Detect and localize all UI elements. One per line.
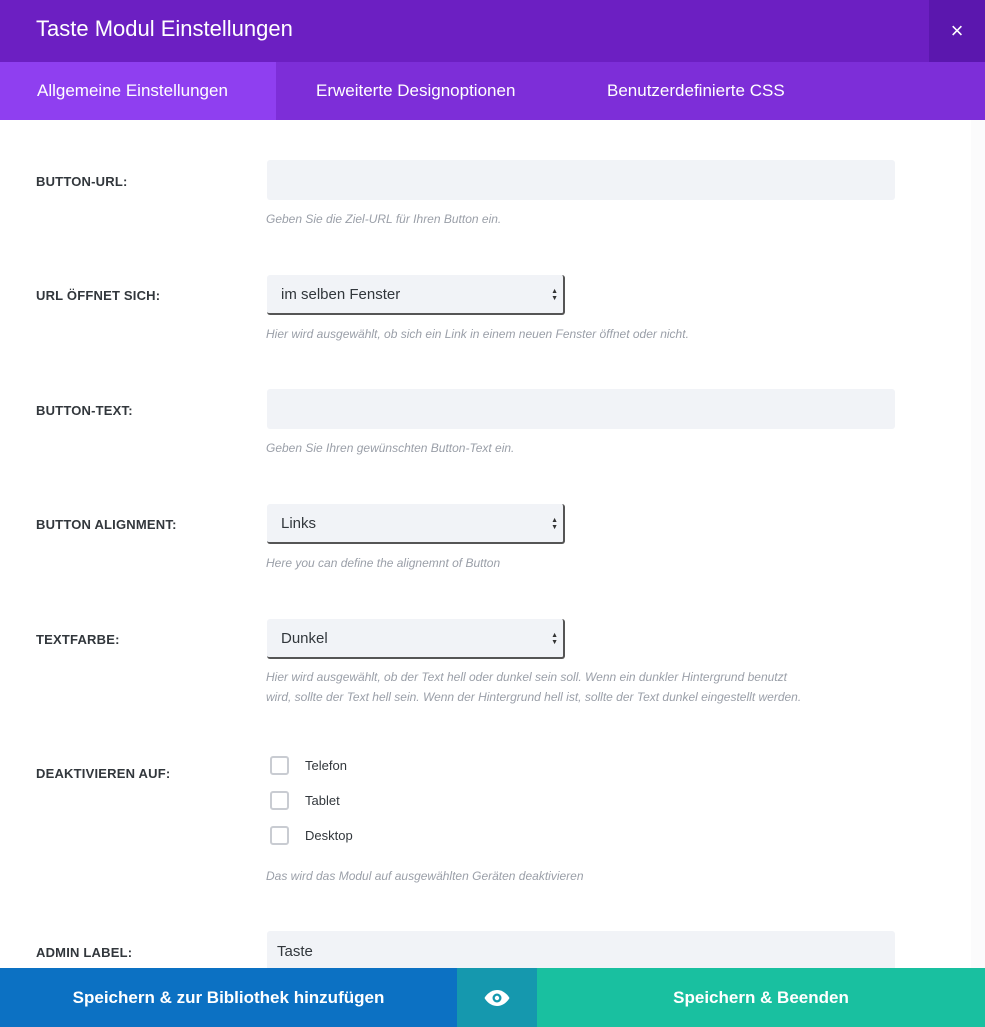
url-opens-hint: Hier wird ausgewählt, ob sich ein Link i… xyxy=(266,327,689,341)
button-text-input[interactable] xyxy=(267,389,895,429)
button-text-hint: Geben Sie Ihren gewünschten Button-Text … xyxy=(266,441,515,455)
close-button[interactable]: × xyxy=(929,0,985,62)
tab-custom-css[interactable]: Benutzerdefinierte CSS xyxy=(567,62,985,120)
modal-header: Taste Modul Einstellungen × xyxy=(0,0,985,62)
button-url-input[interactable] xyxy=(267,160,895,200)
eye-icon xyxy=(484,989,510,1006)
text-color-select[interactable]: Dunkel ▲ ▼ xyxy=(267,619,565,659)
checkbox-item-tablet[interactable]: Tablet xyxy=(270,791,340,810)
checkbox-item-phone[interactable]: Telefon xyxy=(270,756,347,775)
url-opens-select[interactable]: im selben Fenster ▲ ▼ xyxy=(267,275,565,315)
disable-on-label: DEAKTIVIEREN AUF: xyxy=(36,766,171,781)
tab-general-settings[interactable]: Allgemeine Einstellungen xyxy=(0,62,276,120)
phone-checkbox[interactable] xyxy=(270,756,289,775)
admin-label-label: ADMIN LABEL: xyxy=(36,945,133,960)
button-alignment-select[interactable]: Links ▲ ▼ xyxy=(267,504,565,544)
select-arrow-icon: ▲ ▼ xyxy=(551,632,558,646)
button-text-label: BUTTON-TEXT: xyxy=(36,403,133,418)
checkbox-item-desktop[interactable]: Desktop xyxy=(270,826,353,845)
phone-checkbox-label: Telefon xyxy=(305,758,347,773)
button-url-label: BUTTON-URL: xyxy=(36,174,128,189)
close-icon: × xyxy=(950,18,964,43)
text-color-label: TEXTFARBE: xyxy=(36,632,120,647)
select-arrow-icon: ▲ ▼ xyxy=(551,517,558,531)
admin-label-input[interactable] xyxy=(267,931,895,968)
text-color-hint-line2: wird, sollte der Text hell sein. Wenn de… xyxy=(266,690,802,704)
disable-on-hint: Das wird das Modul auf ausgewählten Gerä… xyxy=(266,869,584,883)
select-arrow-icon: ▲ ▼ xyxy=(551,288,558,302)
save-to-library-button[interactable]: Speichern & zur Bibliothek hinzufügen xyxy=(0,968,457,1027)
desktop-checkbox-label: Desktop xyxy=(305,828,353,843)
text-color-value: Dunkel xyxy=(281,629,328,647)
button-alignment-value: Links xyxy=(281,514,317,532)
tab-advanced-design[interactable]: Erweiterte Designoptionen xyxy=(276,62,567,120)
preview-button[interactable] xyxy=(457,968,537,1027)
button-alignment-label: BUTTON ALIGNMENT: xyxy=(36,517,177,532)
save-and-exit-button[interactable]: Speichern & Beenden xyxy=(537,968,985,1027)
button-url-hint: Geben Sie die Ziel-URL für Ihren Button … xyxy=(266,212,502,226)
desktop-checkbox[interactable] xyxy=(270,826,289,845)
button-alignment-hint: Here you can define the alignemnt of But… xyxy=(266,556,501,570)
tablet-checkbox[interactable] xyxy=(270,791,289,810)
url-opens-value: im selben Fenster xyxy=(281,285,401,303)
tab-bar: Allgemeine Einstellungen Erweiterte Desi… xyxy=(0,62,985,120)
modal-title: Taste Modul Einstellungen xyxy=(36,16,293,41)
url-opens-label: URL ÖFFNET SICH: xyxy=(36,288,161,303)
text-color-hint-line1: Hier wird ausgewählt, ob der Text hell o… xyxy=(266,670,787,684)
tablet-checkbox-label: Tablet xyxy=(305,793,340,808)
modal-footer: Speichern & zur Bibliothek hinzufügen Sp… xyxy=(0,968,985,1027)
settings-content: BUTTON-URL: Geben Sie die Ziel-URL für I… xyxy=(0,120,985,968)
